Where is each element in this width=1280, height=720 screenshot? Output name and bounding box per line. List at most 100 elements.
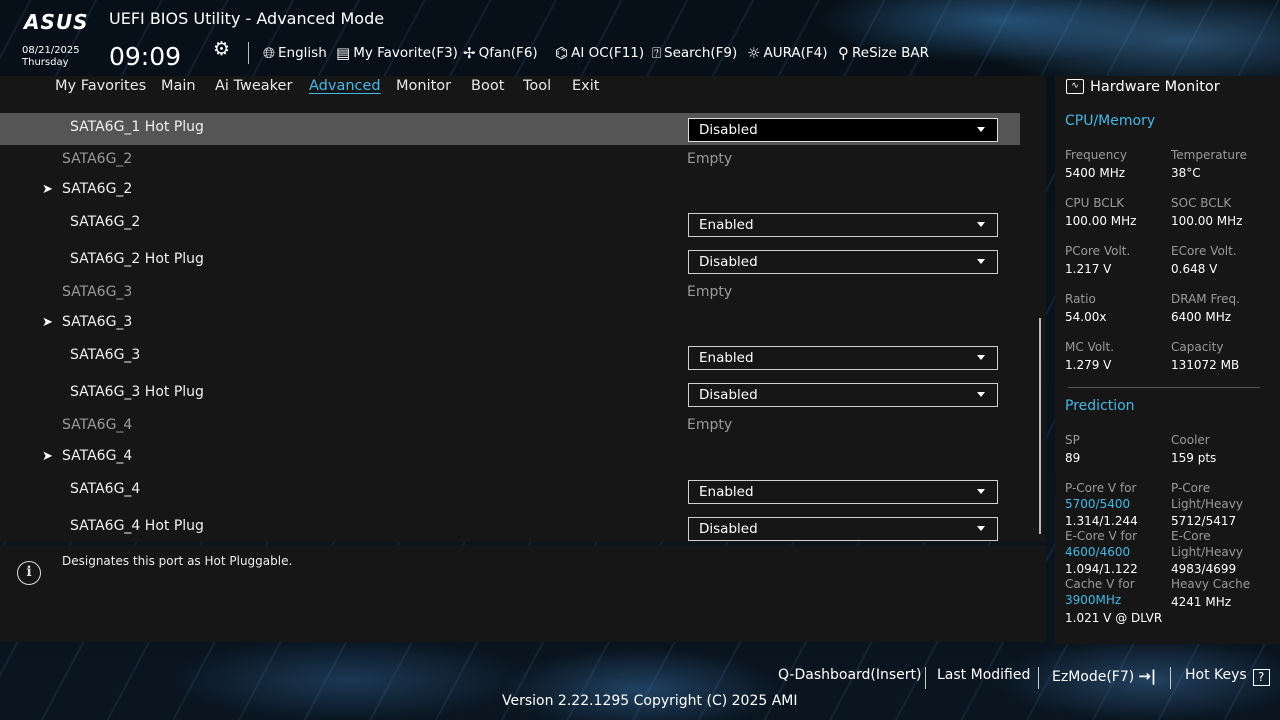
- info-row-sata6g-4: SATA6G_4 Empty: [0, 411, 1020, 443]
- sata6g-2-dropdown[interactable]: Enabled: [688, 213, 998, 237]
- resize-bar-button[interactable]: ⚲ ReSize BAR: [838, 44, 929, 62]
- time-display[interactable]: 09:09: [109, 42, 181, 71]
- hw-freq: 4600/4600: [1065, 545, 1131, 559]
- tab-exit[interactable]: Exit: [572, 78, 599, 94]
- tab-boot[interactable]: Boot: [471, 78, 504, 94]
- chevron-down-icon: [977, 127, 985, 132]
- info-row-sata6g-3: SATA6G_3 Empty: [0, 278, 1020, 310]
- submenu-row-sata6g-3[interactable]: ➤ SATA6G_3: [0, 308, 1020, 340]
- hw-value: 4241 MHz: [1171, 595, 1232, 609]
- tab-bar: My Favorites Main Ai Tweaker Advanced Mo…: [0, 76, 1046, 112]
- setting-row-sata6g-1-hot-plug[interactable]: SATA6G_1 Hot Plug Disabled: [0, 113, 1020, 145]
- q-dashboard-button[interactable]: Q-Dashboard(Insert): [778, 667, 922, 683]
- footer-divider: [1038, 667, 1039, 689]
- setting-row-sata6g-3[interactable]: SATA6G_3 Enabled: [0, 340, 1020, 372]
- hw-label: Temperature: [1171, 148, 1248, 162]
- gear-icon[interactable]: ⚙: [213, 38, 230, 60]
- arrow-right-icon: ➤: [42, 182, 53, 197]
- setting-label: SATA6G_2: [70, 214, 141, 230]
- language-button[interactable]: 🌐︎ English: [263, 44, 327, 62]
- my-favorite-button[interactable]: ▤ My Favorite(F3): [336, 44, 458, 62]
- hw-value: 100.00 MHz: [1171, 214, 1243, 228]
- resize-bar-icon: ⚲: [838, 44, 849, 62]
- hw-label: SP: [1065, 433, 1080, 447]
- sata6g-4-hot-plug-dropdown[interactable]: Disabled: [688, 517, 998, 541]
- hw-label: CPU BCLK: [1065, 196, 1125, 210]
- info-icon: i: [17, 561, 41, 585]
- setting-row-sata6g-4-hot-plug[interactable]: SATA6G_4 Hot Plug Disabled: [0, 512, 1020, 542]
- chevron-down-icon: [977, 526, 985, 531]
- help-icon: ?: [1252, 669, 1270, 686]
- chevron-down-icon: [977, 392, 985, 397]
- sata6g-1-hot-plug-dropdown[interactable]: Disabled: [688, 118, 998, 142]
- hw-label: Cooler: [1171, 433, 1210, 447]
- asus-logo: ASUS: [24, 10, 89, 34]
- hw-divider: [1068, 387, 1260, 388]
- sata6g-3-dropdown[interactable]: Enabled: [688, 346, 998, 370]
- ai-oc-button[interactable]: ⌬ AI OC(F11): [555, 44, 644, 62]
- hw-value: 89: [1065, 451, 1081, 465]
- monitor-icon: ∿: [1066, 79, 1084, 94]
- hot-keys-button[interactable]: Hot Keys?: [1185, 667, 1270, 686]
- sata6g-3-hot-plug-dropdown[interactable]: Disabled: [688, 383, 998, 407]
- top-bar: ASUS UEFI BIOS Utility - Advanced Mode 0…: [0, 0, 1280, 76]
- hw-value: 131072 MB: [1171, 358, 1240, 372]
- hw-label: SOC BCLK: [1171, 196, 1232, 210]
- hw-label: Capacity: [1171, 340, 1224, 354]
- date-text: 08/21/2025: [22, 45, 80, 56]
- hardware-monitor-title: Hardware Monitor: [1090, 79, 1220, 95]
- submenu-label: SATA6G_3: [62, 314, 133, 330]
- search-button[interactable]: ⍰ Search(F9): [652, 44, 737, 62]
- hw-value: 38°C: [1171, 166, 1201, 180]
- favorite-icon: ▤: [336, 44, 351, 62]
- qfan-button[interactable]: ✢ Qfan(F6): [463, 44, 538, 62]
- sata6g-4-dropdown[interactable]: Enabled: [688, 480, 998, 504]
- tab-tool[interactable]: Tool: [523, 78, 551, 94]
- hw-label: ECore Volt.: [1171, 244, 1237, 258]
- aura-icon: ☼: [747, 44, 761, 62]
- ezmode-button[interactable]: EzMode(F7) →|: [1052, 667, 1156, 685]
- hw-freq: 5700/5400: [1065, 497, 1131, 511]
- setting-row-sata6g-2-hot-plug[interactable]: SATA6G_2 Hot Plug Disabled: [0, 245, 1020, 277]
- search-icon: ⍰: [652, 44, 662, 62]
- tab-monitor[interactable]: Monitor: [396, 78, 451, 94]
- info-value: Empty: [687, 151, 733, 167]
- date-display: 08/21/2025 Thursday: [22, 45, 80, 69]
- info-value: Empty: [687, 417, 733, 433]
- tab-my-favorites[interactable]: My Favorites: [55, 78, 146, 94]
- chevron-down-icon: [977, 489, 985, 494]
- submenu-label: SATA6G_2: [62, 181, 133, 197]
- tab-advanced[interactable]: Advanced: [309, 78, 381, 94]
- tab-ai-tweaker[interactable]: Ai Tweaker: [215, 78, 292, 94]
- aura-button[interactable]: ☼ AURA(F4): [747, 44, 828, 62]
- hw-label: DRAM Freq.: [1171, 292, 1240, 306]
- hw-value: 0.648 V: [1171, 262, 1218, 276]
- arrow-right-icon: ➤: [42, 315, 53, 330]
- setting-row-sata6g-3-hot-plug[interactable]: SATA6G_3 Hot Plug Disabled: [0, 378, 1020, 410]
- hw-value: 1.021 V @ DLVR: [1065, 611, 1163, 625]
- submenu-row-sata6g-2[interactable]: ➤ SATA6G_2: [0, 175, 1020, 207]
- setting-row-sata6g-2[interactable]: SATA6G_2 Enabled: [0, 207, 1020, 239]
- scrollbar[interactable]: [1039, 318, 1041, 534]
- footer-divider: [925, 667, 926, 689]
- setting-row-sata6g-4[interactable]: SATA6G_4 Enabled: [0, 474, 1020, 506]
- globe-icon: 🌐︎: [263, 44, 276, 62]
- toolbar-divider: [248, 42, 249, 64]
- sata6g-2-hot-plug-dropdown[interactable]: Disabled: [688, 250, 998, 274]
- tab-main[interactable]: Main: [161, 78, 196, 94]
- ai-oc-icon: ⌬: [555, 44, 569, 62]
- last-modified-button[interactable]: Last Modified: [937, 667, 1030, 683]
- info-label: SATA6G_3: [62, 284, 133, 300]
- submenu-row-sata6g-4[interactable]: ➤ SATA6G_4: [0, 442, 1020, 474]
- settings-panel: SATA6G_1 Hot Plug Disabled SATA6G_2 Empt…: [0, 112, 1046, 542]
- submenu-label: SATA6G_4: [62, 448, 133, 464]
- hw-label: MC Volt.: [1065, 340, 1115, 354]
- hw-label: E-Core V for: [1065, 529, 1138, 543]
- chevron-down-icon: [977, 355, 985, 360]
- exit-arrow-icon: →|: [1138, 667, 1157, 685]
- hw-label: PCore Volt.: [1065, 244, 1131, 258]
- hw-value: 5712/5417: [1171, 514, 1237, 528]
- version-text: Version 2.22.1295 Copyright (C) 2025 AMI: [502, 693, 798, 709]
- setting-label: SATA6G_2 Hot Plug: [70, 251, 204, 267]
- hw-value: 4983/4699: [1171, 562, 1237, 576]
